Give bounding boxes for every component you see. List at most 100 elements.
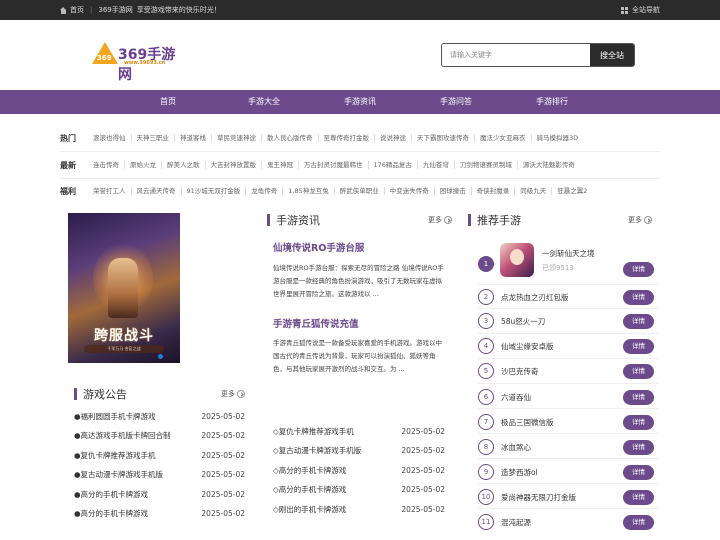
news-article-title[interactable]: 手游青丘狐传说充值 — [273, 316, 359, 330]
list-item[interactable]: ●高分的手机卡牌游戏 2025-05-02 — [74, 487, 245, 501]
rec-list-item[interactable]: 3 58u怒火一刀 详情 — [478, 310, 658, 332]
rec-top-name[interactable]: 一剑斩仙天之境 — [542, 248, 595, 259]
divider — [478, 408, 658, 409]
tag-link[interactable]: 176精品复古 — [369, 161, 418, 169]
rec-list-item[interactable]: 9 造梦西游ol 详情 — [478, 461, 658, 483]
tag-row-hot: 热门 滚滚也得仙 天神三职业 神道客栈 草民竞速神途 散人良心版传奇 至尊传奇打… — [60, 131, 660, 145]
divider — [60, 178, 660, 179]
rank-badge: 6 — [478, 389, 494, 405]
list-item[interactable]: ◇高分的手机卡牌游戏 2025-05-02 — [273, 463, 445, 477]
list-item[interactable]: ●高分的手机卡牌游戏 2025-05-02 — [74, 506, 245, 520]
details-button[interactable]: 详情 — [623, 515, 654, 530]
tag-link[interactable]: 天神三职业 — [132, 134, 175, 142]
logo[interactable]: 369 369手游网 www.39693.cn — [92, 42, 182, 83]
news-article-desc: 手游青丘狐传说是一款备受玩家喜爱的手机游戏。游戏以中国古代的青丘传说为背景，玩家… — [273, 339, 442, 373]
tag-link[interactable]: 刀剑物语赛灵制域 — [455, 161, 518, 169]
nav-ranking[interactable]: 手游排行 — [504, 90, 600, 114]
news-article-title[interactable]: 仙境传说RO手游台服 — [273, 240, 364, 254]
list-item[interactable]: ●福利圆圆手机卡牌游戏 2025-05-02 — [74, 409, 245, 423]
divider — [60, 151, 660, 152]
rec-list-item[interactable]: 4 仙域尘缘安卓版 详情 — [478, 335, 658, 357]
site-nav-link[interactable]: 全站导航 — [621, 0, 660, 20]
tag-link[interactable]: 困球撞击 — [435, 187, 472, 195]
recommend-more-link[interactable]: 更多 — [628, 215, 652, 225]
tag-link[interactable]: 滚滚也得仙 — [88, 134, 132, 142]
rec-top-count: 已领9513 — [542, 264, 574, 272]
top-bar: 首页 | 369手游网 享受游戏带来的快乐时光！ 全站导航 — [0, 0, 720, 20]
tag-link[interactable]: 原始火龙 — [125, 161, 162, 169]
rec-game-name: 沙巴克传奇 — [501, 367, 539, 376]
tag-link[interactable]: 荣誉打工人 — [88, 187, 132, 195]
tag-link[interactable]: 草民竞速神途 — [212, 134, 262, 142]
tag-row-label: 福利 — [60, 186, 76, 196]
carousel-dot[interactable] — [158, 354, 163, 359]
banner-image[interactable]: 跨服战斗 千军万马 合区之战 — [68, 213, 180, 363]
announce-more-link[interactable]: 更多 — [221, 389, 245, 399]
tag-link[interactable]: 91沙城无双打金版 — [182, 187, 247, 195]
details-button[interactable]: 详情 — [623, 290, 654, 305]
rec-list-item[interactable]: 11 混沌起源 详情 — [478, 511, 658, 533]
top-bar-left: 首页 | 369手游网 享受游戏带来的快乐时光！ — [60, 0, 221, 20]
rank-badge: 8 — [478, 439, 494, 455]
details-button[interactable]: 详情 — [623, 314, 654, 329]
nav-qa[interactable]: 手游问答 — [408, 90, 504, 114]
tag-link[interactable]: 中变迷失传奇 — [385, 187, 435, 195]
tag-link[interactable]: 龙龟传奇 — [246, 187, 284, 195]
tag-link[interactable]: 散人良心版传奇 — [262, 134, 319, 142]
rec-list-item[interactable]: 2 点龙热血之刃红包版 详情 — [478, 286, 658, 308]
rank-badge: 11 — [478, 514, 494, 530]
news-header: 手游资讯 — [267, 213, 320, 227]
tag-link[interactable]: 九仙苍穹 — [418, 161, 455, 169]
tag-link[interactable]: 神道客栈 — [175, 134, 212, 142]
tag-link[interactable]: 醉美人之歌 — [162, 161, 206, 169]
details-button[interactable]: 详情 — [623, 262, 654, 277]
rec-list-item[interactable]: 8 冰血煞心 详情 — [478, 436, 658, 458]
tag-link[interactable]: 醉武侠单职业 — [335, 187, 385, 195]
rec-list-item[interactable]: 7 极品三国微信版 详情 — [478, 411, 658, 433]
tag-link[interactable]: 魔法少女亚麻衣 — [475, 134, 532, 142]
search-button[interactable]: 搜全站 — [590, 44, 634, 66]
list-item[interactable]: ◇刚出的手机卡牌游戏 2025-05-02 — [273, 502, 445, 516]
list-item[interactable]: ◇复仇卡牌推荐游戏手机 2025-05-02 — [273, 424, 445, 438]
details-button[interactable]: 详情 — [623, 490, 654, 505]
rec-list-item[interactable]: 6 六道吞仙 详情 — [478, 386, 658, 408]
rec-list-item[interactable]: 5 沙巴克传奇 详情 — [478, 360, 658, 382]
details-button[interactable]: 详情 — [623, 440, 654, 455]
tag-link[interactable]: 万古封灵讨魔最韩世 — [299, 161, 369, 169]
details-button[interactable]: 详情 — [623, 415, 654, 430]
tag-row-label: 最新 — [60, 160, 76, 170]
tag-link[interactable]: 说说神途 — [375, 134, 412, 142]
tag-link[interactable]: 1.85神龙互兔 — [283, 187, 335, 195]
rec-list-item[interactable]: 10 爱尚神器无限刀打金版 详情 — [478, 486, 658, 508]
banner-subtitle: 千军万马 合区之战 — [84, 345, 164, 353]
tag-link[interactable]: 大吉封神放置版 — [206, 161, 262, 169]
details-button[interactable]: 详情 — [623, 390, 654, 405]
list-item[interactable]: ●复仇卡牌推荐游戏手机 2025-05-02 — [74, 448, 245, 462]
tag-link[interactable]: 至尊传奇打金版 — [319, 134, 375, 142]
tag-link[interactable]: 狂暴之翼2 — [552, 187, 592, 195]
tag-link[interactable]: 源沃大陆魅影传奇 — [518, 161, 580, 169]
details-button[interactable]: 详情 — [623, 339, 654, 354]
list-item[interactable]: ◇高分的手机卡牌游戏 2025-05-02 — [273, 482, 445, 496]
tag-link[interactable]: 连击传奇 — [88, 161, 125, 169]
nav-home[interactable]: 首页 — [120, 90, 216, 114]
tag-link[interactable]: 鬼王神冠 — [262, 161, 299, 169]
news-more-link[interactable]: 更多 — [428, 215, 452, 225]
game-icon[interactable] — [500, 243, 534, 277]
tag-link[interactable]: 天下霸图攻速传奇 — [412, 134, 475, 142]
home-link[interactable]: 首页 — [70, 5, 84, 15]
list-item[interactable]: ●高达游戏手机版卡牌回合制 2025-05-02 — [74, 428, 245, 442]
search-input[interactable] — [442, 44, 590, 66]
details-button[interactable]: 详情 — [623, 364, 654, 379]
nav-games[interactable]: 手游大全 — [216, 90, 312, 114]
nav-news[interactable]: 手游资讯 — [312, 90, 408, 114]
list-item[interactable]: ◇复古动漫卡牌游戏手机版 2025-05-02 — [273, 443, 445, 457]
tag-link[interactable]: 奇侠封魔录 — [472, 187, 516, 195]
tag-link[interactable]: 同级九天 — [515, 187, 553, 195]
rank-badge: 4 — [478, 338, 494, 354]
list-item[interactable]: ●复古动漫卡牌游戏手机版 2025-05-02 — [74, 467, 245, 481]
banner-character — [108, 258, 138, 318]
details-button[interactable]: 详情 — [623, 465, 654, 480]
tag-link[interactable]: 骑马模拟器3D — [532, 134, 584, 142]
tag-link[interactable]: 风云通天传奇 — [132, 187, 182, 195]
